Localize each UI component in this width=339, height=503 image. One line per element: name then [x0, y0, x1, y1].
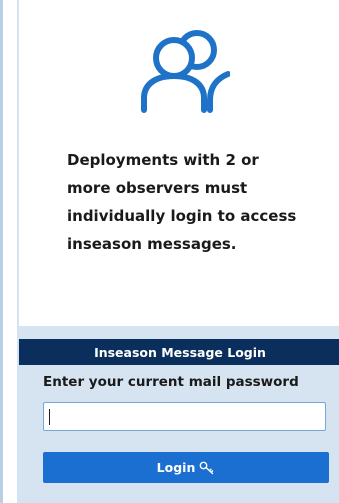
message-line-1: Deployments with 2 or	[67, 151, 259, 169]
login-header-title: Inseason Message Login	[94, 344, 266, 360]
message-line-4: inseason messages.	[67, 235, 237, 253]
login-requirement-message: Deployments with 2 or more observers mus…	[67, 146, 337, 258]
message-line-2: more observers must	[67, 179, 248, 197]
message-line-3: individually login to access	[67, 207, 297, 225]
text-cursor	[49, 409, 50, 425]
users-icon	[141, 30, 230, 113]
left-border	[0, 0, 3, 503]
password-label: Enter your current mail password	[43, 374, 299, 390]
info-panel: Deployments with 2 or more observers mus…	[17, 0, 339, 326]
password-input[interactable]	[43, 402, 326, 431]
key-icon	[199, 461, 214, 474]
login-panel: Inseason Message Login Enter your curren…	[17, 326, 339, 503]
login-header: Inseason Message Login	[19, 339, 339, 365]
login-button-label: Login	[156, 460, 196, 475]
login-button[interactable]: Login	[43, 452, 329, 483]
